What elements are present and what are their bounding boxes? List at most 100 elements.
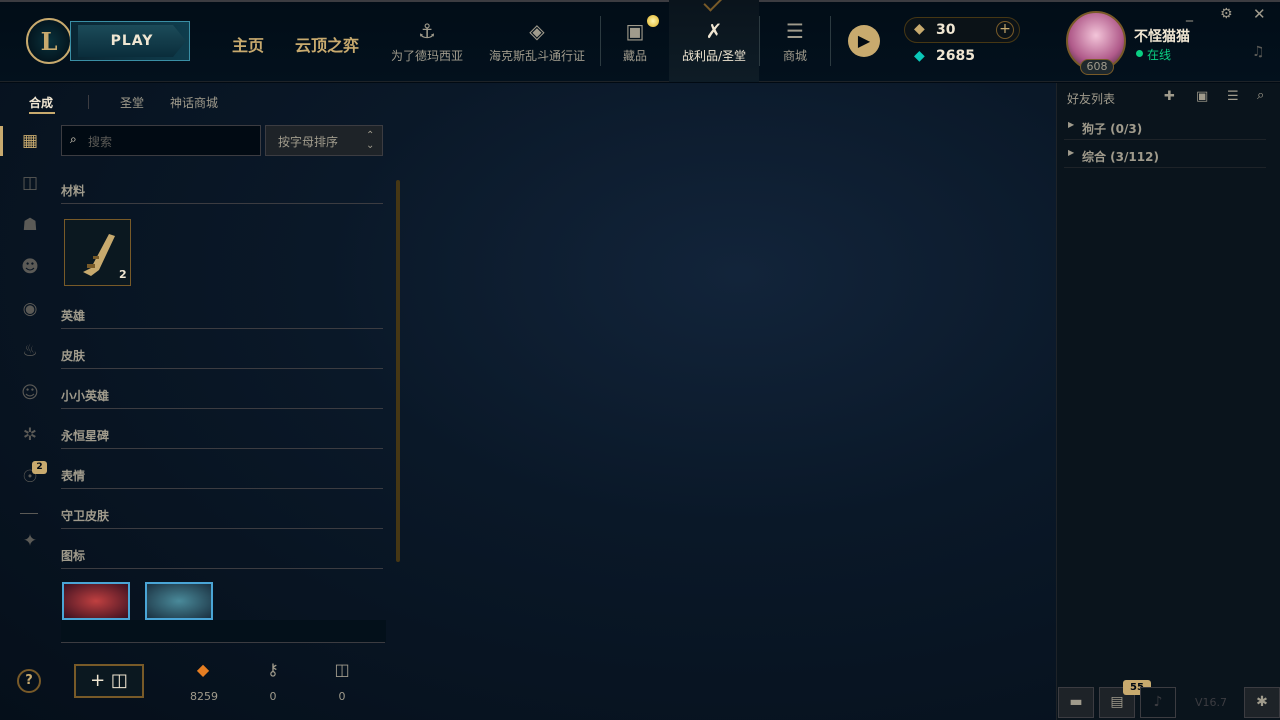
search-icon[interactable]: ⌕ — [1257, 88, 1264, 103]
key-fragment-count: 0 — [269, 690, 277, 703]
nav-hextech-pass[interactable]: ◈ 海克斯乱斗通行证 — [484, 0, 590, 82]
orange-essence-icon: ◆ — [196, 660, 210, 679]
dice-icon: ◈ — [529, 18, 545, 43]
nav-hextech-pass-label: 海克斯乱斗通行证 — [488, 48, 585, 63]
key-fragment-icon: ⚷ — [267, 660, 279, 679]
chest-icon: ◫ — [334, 660, 350, 679]
rp-amount: 30 — [936, 22, 956, 38]
add-folder-icon[interactable]: ▣ — [1196, 89, 1208, 104]
caret-right-icon: ▶ — [1068, 120, 1075, 129]
minimize-icon[interactable]: _ — [1186, 6, 1193, 22]
friend-group-label: 狗子 (0/3) — [1082, 122, 1143, 136]
play-button[interactable]: PLAY — [78, 25, 186, 57]
chat-button[interactable]: ▬ — [1058, 687, 1094, 718]
skin-mask-icon[interactable]: ☻ — [19, 256, 41, 278]
sort-label: 按字母排序 — [278, 135, 339, 149]
tab-crafting[interactable]: 合成 — [29, 94, 53, 111]
side-divider — [20, 513, 38, 514]
close-icon[interactable]: ✕ — [1253, 5, 1266, 23]
orange-essence-count: 8259 — [190, 690, 218, 703]
nav-collection[interactable]: ▣ 藏品 — [608, 0, 662, 82]
material-key-slot[interactable]: 2 — [64, 219, 131, 286]
chest-count: 0 — [338, 690, 346, 703]
sort-dropdown[interactable]: 按字母排序 ⌃ ⌄ — [265, 125, 383, 156]
side-active-indicator — [0, 126, 3, 156]
loot-icon: ✗ — [705, 18, 723, 43]
bug-report-button[interactable]: ✱ — [1244, 687, 1280, 718]
category-ward-skins: 守卫皮肤 — [61, 507, 383, 529]
nav-home[interactable]: 主页 — [232, 32, 264, 56]
tab-sanctum[interactable]: 圣堂 — [120, 94, 144, 111]
search-input[interactable]: 搜索 — [88, 133, 112, 150]
chat-icon: ▬ — [1069, 694, 1083, 710]
chest-icon: ◫ — [105, 670, 128, 691]
other-loot-icon[interactable]: ✦ — [19, 530, 41, 552]
summoner-icon-item[interactable] — [145, 582, 213, 620]
league-logo-icon[interactable]: L — [26, 18, 72, 64]
add-chest-button[interactable]: + ◫ — [74, 664, 144, 698]
rp-icon: ◆ — [914, 21, 925, 37]
tab-divider — [88, 95, 89, 109]
bell-icon[interactable]: ♫ — [1252, 44, 1265, 60]
nav-divider — [600, 16, 601, 66]
nav-tft[interactable]: 云顶之弈 — [295, 32, 359, 56]
emote-face-icon[interactable]: ☺ — [19, 382, 41, 404]
help-button[interactable]: ? — [17, 669, 41, 693]
search-icon: ⌕ — [70, 132, 77, 146]
add-chest-plus: + — [90, 670, 106, 691]
champion-helmet-icon[interactable]: ☗ — [19, 214, 41, 236]
nav-collection-label: 藏品 — [622, 48, 647, 63]
friend-group[interactable]: ▶ 狗子 (0/3) — [1064, 118, 1266, 140]
notification-dot — [647, 15, 659, 27]
version-label: V16.7 — [1195, 696, 1228, 709]
category-icons: 图标 — [61, 547, 383, 569]
online-status-icon — [1136, 50, 1143, 57]
category-materials: 材料 — [61, 182, 383, 204]
be-amount: 2685 — [936, 48, 975, 64]
voice-button[interactable]: ♪ — [1140, 687, 1176, 718]
add-friend-icon[interactable]: ✚ — [1164, 89, 1175, 104]
pass-icon[interactable]: ▶ — [848, 25, 880, 57]
flame-icon[interactable]: ♨ — [19, 340, 41, 362]
nav-store-label: 商城 — [782, 48, 807, 63]
search-input-box[interactable]: ⌕ 搜索 — [61, 125, 261, 156]
summoner-icon-item[interactable] — [62, 582, 130, 620]
category-emotes: 表情 — [61, 467, 383, 489]
friends-title: 好友列表 — [1067, 92, 1116, 106]
chest-icon[interactable]: ◫ — [19, 172, 41, 194]
scrollbar[interactable] — [396, 180, 400, 562]
material-count: 2 — [119, 268, 127, 281]
nav-loot[interactable]: ✗ 战利品/圣堂 — [669, 0, 759, 82]
caret-right-icon: ▶ — [1068, 148, 1075, 157]
add-rp-button[interactable]: + — [996, 21, 1014, 39]
side-badge: 2 — [32, 461, 47, 474]
nav-divider — [759, 16, 760, 66]
friend-group[interactable]: ▶ 综合 (3/112) — [1064, 146, 1266, 168]
friend-group-label: 综合 (3/112) — [1082, 150, 1159, 164]
grid-icon[interactable]: ▦ — [19, 130, 41, 152]
gear-icon[interactable]: ⚙ — [1220, 6, 1233, 22]
ward-icon[interactable]: ◉ — [19, 298, 41, 320]
nav-for-demacia-label: 为了德玛西亚 — [390, 48, 463, 63]
nav-loot-label: 战利品/圣堂 — [681, 48, 747, 63]
coins-icon: ☰ — [786, 18, 804, 43]
friends-panel — [1056, 83, 1280, 720]
microphone-icon: ♪ — [1153, 694, 1163, 710]
user-name[interactable]: 不怪猫猫 — [1134, 26, 1190, 46]
blue-essence-icon: ◆ — [914, 48, 925, 64]
category-skins: 皮肤 — [61, 347, 383, 369]
category-little-legends: 小小英雄 — [61, 387, 383, 409]
bug-icon: ✱ — [1256, 694, 1268, 710]
bottom-divider — [61, 642, 385, 643]
nav-store[interactable]: ☰ 商城 — [768, 0, 822, 82]
category-champions: 英雄 — [61, 307, 383, 329]
user-status: 在线 — [1147, 48, 1172, 62]
level-badge: 608 — [1080, 59, 1114, 75]
eternals-icon[interactable]: ✲ — [19, 424, 41, 446]
category-eternals: 永恒星碑 — [61, 427, 383, 449]
tab-mythic-shop[interactable]: 神话商城 — [170, 94, 218, 111]
nav-for-demacia[interactable]: ⚓ 为了德玛西亚 — [386, 0, 468, 82]
list-view-icon[interactable]: ☰ — [1227, 89, 1239, 104]
collection-bag-icon: ▣ — [625, 18, 645, 43]
missions-icon: ▤ — [1110, 694, 1124, 710]
